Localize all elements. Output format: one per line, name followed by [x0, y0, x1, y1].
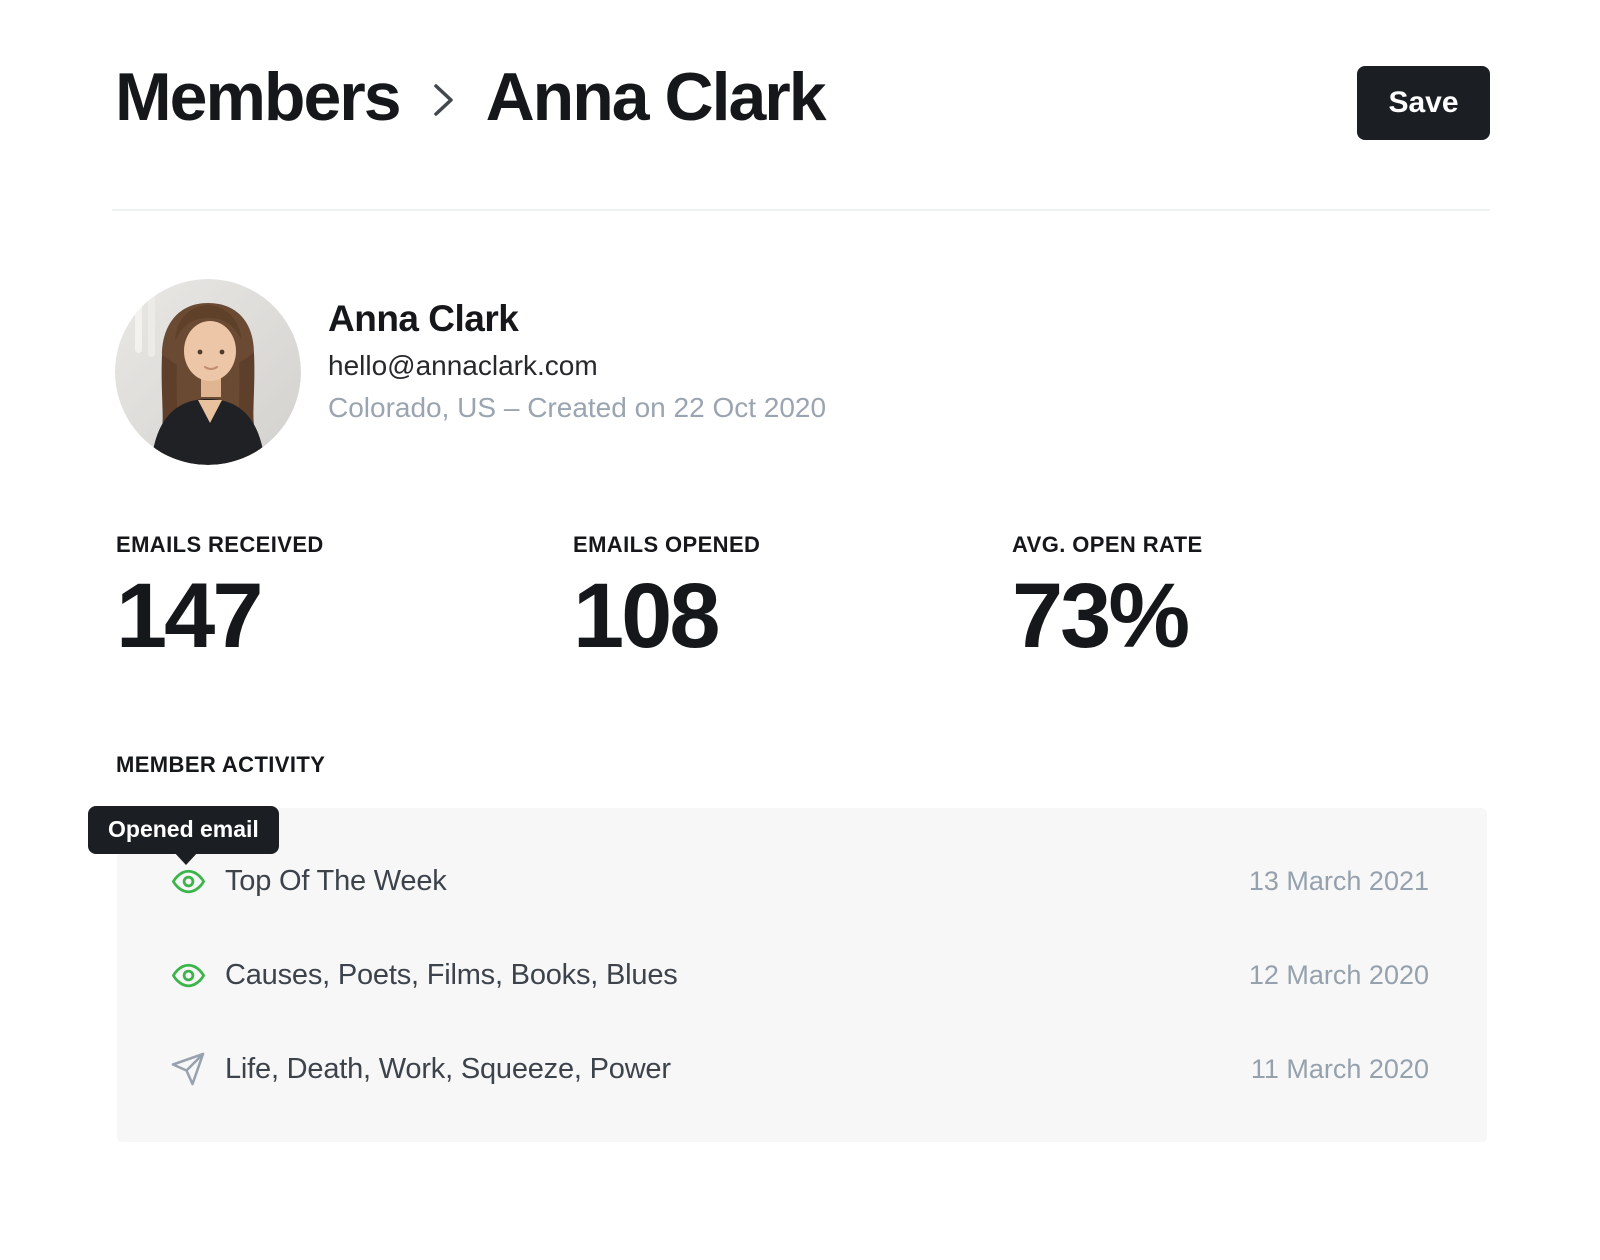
avatar[interactable] — [115, 279, 301, 465]
stat-value: 108 — [573, 568, 760, 664]
activity-date: 13 March 2021 — [1249, 866, 1429, 897]
stat-value: 73% — [1012, 568, 1203, 664]
stat-label: EMAILS RECEIVED — [116, 532, 324, 558]
activity-row[interactable]: Life, Death, Work, Squeeze, Power 11 Mar… — [169, 1022, 1429, 1116]
activity-title: Life, Death, Work, Squeeze, Power — [225, 1053, 671, 1086]
member-email: hello@annaclark.com — [328, 346, 826, 386]
member-activity-panel: Top Of The Week 13 March 2021 Causes, Po… — [117, 808, 1487, 1142]
activity-date: 11 March 2020 — [1251, 1054, 1429, 1085]
save-button[interactable]: Save — [1357, 66, 1490, 140]
member-meta: Colorado, US – Created on 22 Oct 2020 — [328, 388, 826, 428]
stats-row: EMAILS RECEIVED 147 EMAILS OPENED 108 AV… — [116, 532, 1490, 672]
stat-value: 147 — [116, 568, 324, 664]
tooltip: Opened email — [88, 806, 279, 854]
member-detail-page: Members Anna Clark Save — [0, 0, 1600, 1260]
tooltip-arrow — [173, 851, 199, 865]
tooltip-label: Opened email — [88, 806, 279, 854]
stat-emails-opened: EMAILS OPENED 108 — [573, 532, 760, 664]
stat-label: EMAILS OPENED — [573, 532, 760, 558]
breadcrumb-members-link[interactable]: Members — [115, 58, 400, 136]
eye-icon — [169, 865, 207, 898]
stat-label: AVG. OPEN RATE — [1012, 532, 1203, 558]
stat-emails-received: EMAILS RECEIVED 147 — [116, 532, 324, 664]
send-icon — [169, 1051, 207, 1087]
activity-row[interactable]: Causes, Poets, Films, Books, Blues 12 Ma… — [169, 928, 1429, 1022]
member-activity-heading: MEMBER ACTIVITY — [116, 752, 325, 778]
profile-summary: Anna Clark hello@annaclark.com Colorado,… — [328, 296, 826, 428]
eye-icon — [169, 959, 207, 992]
stat-avg-open-rate: AVG. OPEN RATE 73% — [1012, 532, 1203, 664]
breadcrumb: Members Anna Clark — [115, 58, 825, 136]
header-divider — [112, 209, 1490, 211]
activity-title: Top Of The Week — [225, 865, 447, 898]
activity-row[interactable]: Top Of The Week 13 March 2021 — [169, 834, 1429, 928]
activity-date: 12 March 2020 — [1249, 960, 1429, 991]
activity-title: Causes, Poets, Films, Books, Blues — [225, 959, 678, 992]
page-title: Anna Clark — [486, 58, 825, 136]
chevron-right-icon — [428, 68, 458, 126]
member-name: Anna Clark — [328, 296, 826, 342]
